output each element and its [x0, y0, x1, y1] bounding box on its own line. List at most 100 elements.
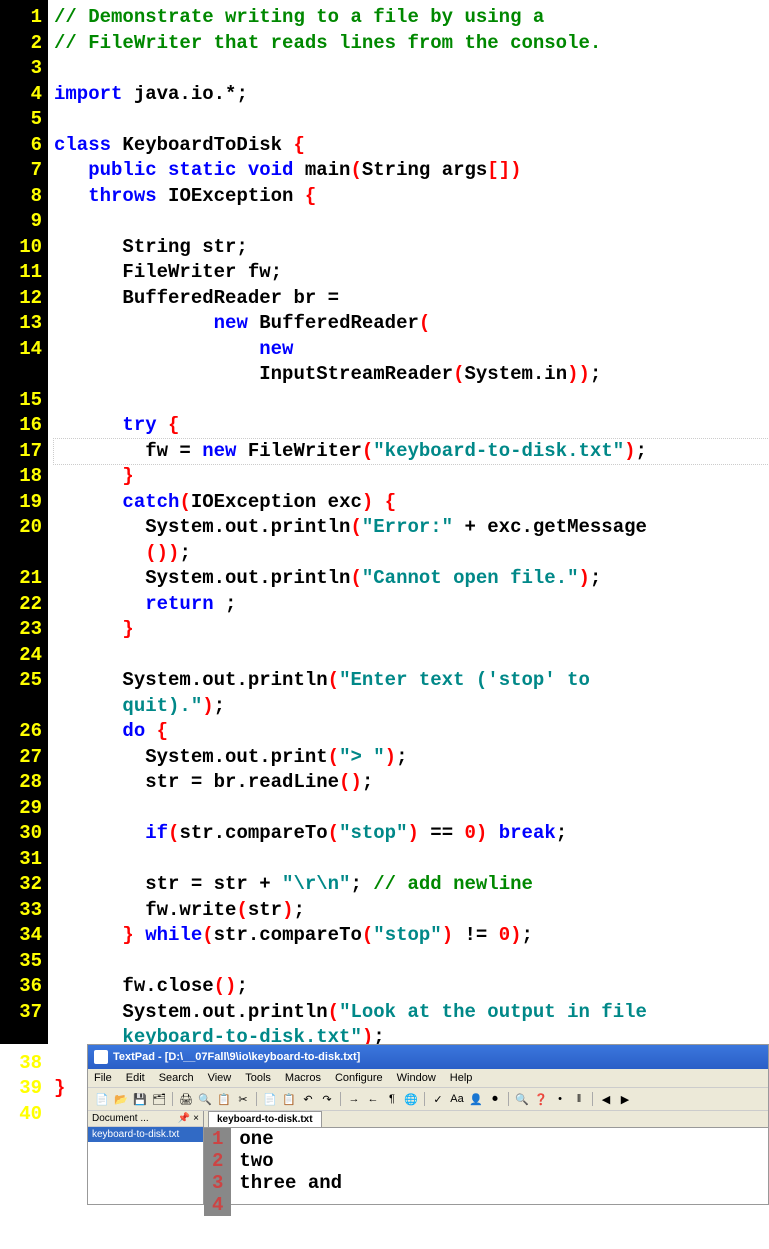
dot-icon[interactable]: •	[552, 1091, 568, 1107]
code-line[interactable]: do {	[54, 719, 769, 745]
code-line[interactable]: // FileWriter that reads lines from the …	[54, 31, 769, 57]
line-number: 28	[0, 770, 42, 796]
tp-text-line[interactable]	[239, 1194, 342, 1216]
code-line[interactable]: // Demonstrate writing to a file by usin…	[54, 5, 769, 31]
line-number: 25	[0, 668, 42, 694]
code-line[interactable]: System.out.println("Cannot open file.");	[54, 566, 769, 592]
spell-icon[interactable]: ✓	[430, 1091, 446, 1107]
preview-icon[interactable]: 🔍	[197, 1091, 213, 1107]
line-number: 21	[0, 566, 42, 592]
code-line[interactable]: FileWriter fw;	[54, 260, 769, 286]
code-line[interactable]: System.out.print("> ");	[54, 745, 769, 771]
pipe-icon[interactable]: ‖	[571, 1091, 587, 1107]
line-number: 29	[0, 796, 42, 822]
printscreen-icon[interactable]: 📋	[216, 1091, 232, 1107]
menu-configure[interactable]: Configure	[335, 1072, 383, 1084]
code-line[interactable]: return ;	[54, 592, 769, 618]
web-icon[interactable]: 🌐	[403, 1091, 419, 1107]
line-number: 24	[0, 643, 42, 669]
cut-icon[interactable]: ✂	[235, 1091, 251, 1107]
undo-icon[interactable]: ↶	[300, 1091, 316, 1107]
tp-text-line[interactable]: two	[239, 1150, 342, 1172]
code-line[interactable]: catch(IOException exc) {	[54, 490, 769, 516]
code-line[interactable]: fw = new FileWriter("keyboard-to-disk.tx…	[54, 439, 769, 465]
code-line[interactable]	[54, 56, 769, 82]
code-line[interactable]: new BufferedReader(	[54, 311, 769, 337]
line-number: 18	[0, 464, 42, 490]
code-line[interactable]: public static void main(String args[])	[54, 158, 769, 184]
code-line[interactable]: BufferedReader br =	[54, 286, 769, 312]
tp-text-line[interactable]: three and	[239, 1172, 342, 1194]
textpad-toolbar: 📄📂💾🗂🖨🔍📋✂📄📋↶↷→←¶🌐✓Aa👤⏺🔍❓•‖◀▶	[88, 1088, 768, 1111]
code-line[interactable]	[54, 107, 769, 133]
paragraph-icon[interactable]: ¶	[384, 1091, 400, 1107]
line-number: 10	[0, 235, 42, 261]
textpad-titlebar[interactable]: TextPad - [D:\__07Fall\9\io\keyboard-to-…	[88, 1045, 768, 1069]
line-number: 19	[0, 490, 42, 516]
outdent-icon[interactable]: ←	[365, 1091, 381, 1107]
line-number: 27	[0, 745, 42, 771]
code-line[interactable]: str = str + "\r\n"; // add newline	[54, 872, 769, 898]
code-line[interactable]	[54, 796, 769, 822]
textpad-line-numbers: 1234	[204, 1128, 231, 1216]
code-line[interactable]	[54, 643, 769, 669]
saveall-icon[interactable]: 🗂	[151, 1091, 167, 1107]
code-line[interactable]: str = br.readLine();	[54, 770, 769, 796]
zoom-icon[interactable]: 🔍	[514, 1091, 530, 1107]
code-area[interactable]: // Demonstrate writing to a file by usin…	[48, 0, 769, 1044]
code-line[interactable]	[54, 388, 769, 414]
menu-macros[interactable]: Macros	[285, 1072, 321, 1084]
code-line[interactable]: fw.close();	[54, 974, 769, 1000]
playL-icon[interactable]: ◀	[598, 1091, 614, 1107]
copy-icon[interactable]: 📄	[262, 1091, 278, 1107]
menu-help[interactable]: Help	[450, 1072, 473, 1084]
file-tab[interactable]: keyboard-to-disk.txt	[208, 1111, 322, 1127]
code-line[interactable]: if(str.compareTo("stop") == 0) break;	[54, 821, 769, 847]
code-line[interactable]: try {	[54, 413, 769, 439]
document-list-item[interactable]: keyboard-to-disk.txt	[88, 1127, 203, 1142]
menu-view[interactable]: View	[208, 1072, 232, 1084]
menu-window[interactable]: Window	[397, 1072, 436, 1084]
pin-icon[interactable]: 📌	[178, 1113, 190, 1124]
record-icon[interactable]: ⏺	[487, 1091, 503, 1107]
line-number: 13	[0, 311, 42, 337]
line-number: 34	[0, 923, 42, 949]
code-line[interactable]: new InputStreamReader(System.in));	[54, 337, 769, 388]
code-line[interactable]: }	[54, 617, 769, 643]
menu-edit[interactable]: Edit	[126, 1072, 145, 1084]
code-line[interactable]	[54, 949, 769, 975]
new-icon[interactable]: 📄	[94, 1091, 110, 1107]
textpad-editor[interactable]: 1234 onetwothree and	[204, 1128, 768, 1216]
find-icon[interactable]: Aa	[449, 1091, 465, 1107]
code-line[interactable]: System.out.println("Enter text ('stop' t…	[54, 668, 769, 719]
help-icon[interactable]: ❓	[533, 1091, 549, 1107]
code-line[interactable]: }	[54, 464, 769, 490]
code-line[interactable]	[54, 209, 769, 235]
menu-tools[interactable]: Tools	[245, 1072, 271, 1084]
textpad-text[interactable]: onetwothree and	[231, 1128, 350, 1216]
paste-icon[interactable]: 📋	[281, 1091, 297, 1107]
close-icon[interactable]: ×	[193, 1113, 199, 1124]
save-icon[interactable]: 💾	[132, 1091, 148, 1107]
tp-text-line[interactable]: one	[239, 1128, 342, 1150]
menu-search[interactable]: Search	[159, 1072, 194, 1084]
code-line[interactable]: throws IOException {	[54, 184, 769, 210]
code-line[interactable]: String str;	[54, 235, 769, 261]
playR-icon[interactable]: ▶	[617, 1091, 633, 1107]
code-line[interactable]: import java.io.*;	[54, 82, 769, 108]
line-number: 16	[0, 413, 42, 439]
code-line[interactable]: System.out.println("Look at the output i…	[54, 1000, 769, 1051]
code-line[interactable]: } while(str.compareTo("stop") != 0);	[54, 923, 769, 949]
redo-icon[interactable]: ↷	[319, 1091, 335, 1107]
code-line[interactable]	[54, 847, 769, 873]
tp-line-number: 4	[212, 1194, 223, 1216]
run-icon[interactable]: 👤	[468, 1091, 484, 1107]
code-line[interactable]: class KeyboardToDisk {	[54, 133, 769, 159]
menu-file[interactable]: File	[94, 1072, 112, 1084]
line-number: 38	[0, 1051, 42, 1077]
open-icon[interactable]: 📂	[113, 1091, 129, 1107]
code-line[interactable]: System.out.println("Error:" + exc.getMes…	[54, 515, 769, 566]
print-icon[interactable]: 🖨	[178, 1091, 194, 1107]
indent-icon[interactable]: →	[346, 1091, 362, 1107]
code-line[interactable]: fw.write(str);	[54, 898, 769, 924]
